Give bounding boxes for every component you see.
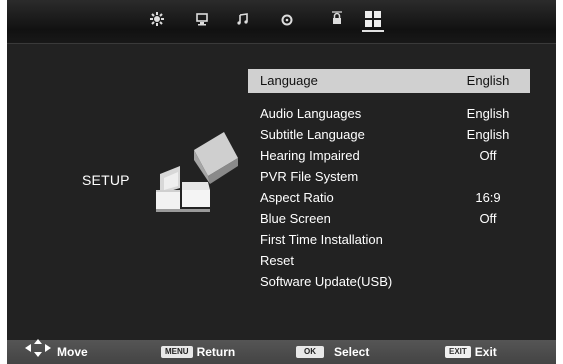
return-label: Return: [196, 345, 236, 359]
menu-item-value: Off: [479, 211, 497, 226]
exit-key-icon: EXIT: [445, 346, 471, 358]
tv-osd-screen: SETUP Language English Audio Languages E…: [7, 0, 556, 364]
menu-item-blue-screen[interactable]: Blue Screen Off: [248, 208, 530, 229]
exit-hint: EXIT Exit: [445, 340, 497, 364]
setup-grid-icon[interactable]: [362, 8, 384, 32]
setup-title: SETUP: [82, 172, 130, 188]
menu-item-label: First Time Installation: [260, 232, 383, 247]
lock-icon[interactable]: [326, 8, 348, 30]
menu-item-label: PVR File System: [260, 169, 359, 184]
menu-key-icon: MENU: [161, 346, 193, 358]
top-menu-bar: [7, 0, 556, 44]
menu-item-hearing-impaired[interactable]: Hearing Impaired Off: [248, 145, 530, 166]
direction-arrows-icon: [25, 339, 51, 364]
menu-item-aspect-ratio[interactable]: Aspect Ratio 16:9: [248, 187, 530, 208]
button-hint-bar: Move MENU Return OK Select EXIT Exit: [7, 339, 556, 364]
menu-item-first-time-installation[interactable]: First Time Installation: [248, 229, 530, 250]
music-icon[interactable]: [232, 8, 254, 30]
menu-item-value: 16:9: [475, 190, 501, 205]
menu-item-label: Audio Languages: [260, 106, 362, 121]
setup-blocks-icon: [152, 130, 242, 218]
monitor-icon[interactable]: [191, 8, 213, 30]
exit-label: Exit: [474, 345, 497, 359]
menu-item-value: English: [466, 73, 510, 88]
menu-item-pvr-file-system[interactable]: PVR File System: [248, 166, 530, 187]
menu-item-label: Reset: [260, 253, 294, 268]
menu-item-subtitle-language[interactable]: Subtitle Language English: [248, 124, 530, 145]
menu-item-language[interactable]: Language English: [248, 69, 530, 93]
picture-icon[interactable]: [146, 8, 168, 30]
menu-item-value: English: [466, 127, 510, 142]
select-hint: OK Select: [296, 340, 369, 364]
move-label: Move: [57, 345, 88, 359]
menu-item-value: Off: [479, 148, 497, 163]
return-hint: MENU Return: [161, 340, 235, 364]
menu-item-audio-languages[interactable]: Audio Languages English: [248, 103, 530, 124]
menu-item-label: Subtitle Language: [260, 127, 365, 142]
select-label: Select: [334, 345, 370, 359]
menu-item-label: Aspect Ratio: [260, 190, 334, 205]
menu-item-software-update[interactable]: Software Update(USB): [248, 271, 530, 292]
menu-item-label: Software Update(USB): [260, 274, 393, 289]
move-hint: Move: [25, 339, 88, 364]
menu-item-label: Hearing Impaired: [260, 148, 360, 163]
menu-item-reset[interactable]: Reset: [248, 250, 530, 271]
menu-item-label: Language: [260, 73, 318, 88]
timer-icon[interactable]: [276, 8, 298, 30]
ok-key-icon: OK: [296, 346, 324, 358]
menu-item-value: English: [466, 106, 510, 121]
menu-item-label: Blue Screen: [260, 211, 331, 226]
setup-menu-list: Language English Audio Languages English…: [248, 69, 530, 292]
